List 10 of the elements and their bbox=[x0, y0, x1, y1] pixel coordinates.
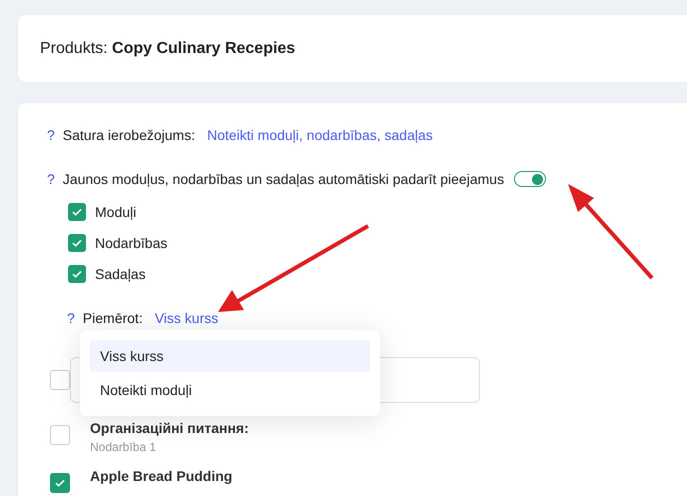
lesson-subtitle: Nodarbība 1 bbox=[90, 440, 158, 454]
restriction-label: Satura ierobežojums: bbox=[62, 127, 196, 143]
product-title: Produkts: Copy Culinary Recepies bbox=[40, 40, 296, 58]
lesson-title: Apple Bread Pudding bbox=[90, 468, 232, 484]
lesson-title: Організаційні питання: bbox=[90, 420, 249, 436]
apply-label: Piemērot: bbox=[82, 310, 143, 326]
checkbox-label: Nodarbības bbox=[95, 235, 168, 251]
checkbox-label: Sadaļas bbox=[95, 266, 146, 282]
auto-available-label: Jaunos moduļus, nodarbības un sadaļas automātiski padarīt pieejamus bbox=[62, 171, 504, 187]
checkbox-label: Moduļi bbox=[95, 204, 136, 220]
